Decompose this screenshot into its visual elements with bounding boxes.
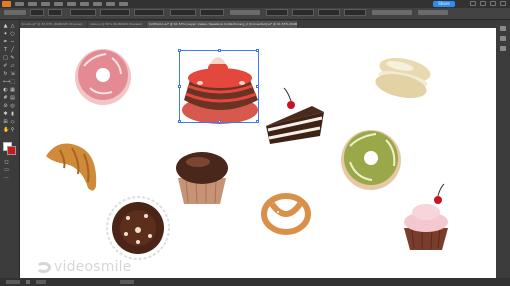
stroke-swatch[interactable] [7, 146, 16, 155]
rotate-tool-icon[interactable]: ↻ [3, 72, 8, 77]
type-tool-icon[interactable]: T [3, 48, 8, 53]
chocolate-cupcake[interactable] [176, 152, 228, 204]
shape-builder-icon[interactable]: ◐ [3, 88, 8, 93]
tab-untitled-1[interactable]: Untitled-1.ai* @ 61.53% (Layer: Cakes, S… [147, 21, 297, 28]
tab-cake[interactable]: cake.ai @ 50% (RGB/GPU Preview) [88, 21, 146, 28]
menu-item-file[interactable] [15, 2, 24, 6]
w-field[interactable] [318, 9, 340, 16]
artboard[interactable]: videosmile [20, 28, 496, 278]
green-donut[interactable] [341, 130, 401, 190]
symbol-sprayer-icon[interactable]: ✱ [3, 112, 8, 117]
shaper-tool-icon[interactable]: ✐ [3, 64, 8, 69]
transform-controls[interactable] [418, 10, 448, 15]
rotate-view-icon[interactable] [26, 280, 30, 284]
opacity-field[interactable] [200, 9, 224, 16]
menu-item-effect[interactable] [80, 2, 89, 6]
share-button[interactable]: Share [433, 1, 455, 7]
pen-tool-icon[interactable]: ✒ [3, 40, 8, 45]
x-field[interactable] [266, 9, 288, 16]
illustrator-logo-icon [2, 1, 11, 7]
direct-selection-tool-icon[interactable]: △ [10, 24, 15, 29]
menu-item-edit[interactable] [28, 2, 37, 6]
watermark-text: videosmile [54, 259, 132, 275]
cake-slice[interactable] [266, 87, 324, 144]
rectangle-tool-icon[interactable]: □ [3, 56, 8, 61]
chocolate-cake[interactable] [182, 57, 258, 124]
cherry-cupcake[interactable] [404, 183, 448, 250]
croissant[interactable] [46, 143, 97, 191]
artwork [46, 49, 448, 260]
graph-tool-icon[interactable]: ▮ [10, 112, 15, 117]
perspective-grid-icon[interactable]: ▦ [10, 88, 15, 93]
free-transform-icon[interactable]: ⬚ [10, 80, 15, 85]
blend-tool-icon[interactable]: ◎ [10, 104, 15, 109]
curvature-tool-icon[interactable]: ∼ [10, 40, 15, 45]
workspace-icon[interactable] [490, 1, 496, 6]
libraries-panel-icon[interactable] [500, 46, 506, 51]
slice-tool-icon[interactable]: ◇ [10, 120, 15, 125]
selection-tool-icon[interactable]: ▲ [3, 24, 8, 29]
h-field[interactable] [344, 9, 366, 16]
control-bar [0, 8, 510, 20]
macaron[interactable] [373, 54, 432, 102]
pretzel[interactable] [261, 193, 311, 235]
menu-item-type[interactable] [54, 2, 63, 6]
menu-bar: Share [0, 0, 510, 8]
artboard-nav-field[interactable] [36, 280, 46, 284]
minimize-icon[interactable] [470, 1, 476, 6]
draw-normal-icon[interactable]: ◻ [4, 160, 9, 165]
variable-width-dropdown[interactable] [100, 9, 130, 16]
hand-tool-icon[interactable]: ✋ [3, 128, 9, 133]
brush-dropdown[interactable] [134, 9, 164, 16]
pink-donut[interactable] [75, 49, 131, 105]
document-tabs: donuts.ai* @ 33.33% (RGB/GPU Preview) ca… [19, 20, 510, 28]
artboard-tool-icon[interactable]: ⊞ [3, 120, 8, 125]
magic-wand-icon[interactable]: ✦ [3, 32, 8, 37]
width-tool-icon[interactable]: ⟷ [3, 80, 10, 85]
status-bar [0, 278, 510, 286]
fill-control[interactable] [30, 9, 44, 16]
videosmile-logo-icon [36, 261, 51, 273]
menu-item-object[interactable] [41, 2, 50, 6]
layers-panel-icon[interactable] [500, 36, 506, 41]
align-controls[interactable] [372, 10, 412, 15]
line-tool-icon[interactable]: ╱ [10, 48, 15, 53]
screen-mode-icon[interactable]: ▭ [4, 168, 9, 173]
tools-panel: ▲ △ ✦ ○ ✒ ∼ T ╱ □ ✎ ✐ ▱ ↻ ⇲ ⟷ ⬚ ◐ ▦ # ▤ … [0, 20, 20, 278]
menu-item-view[interactable] [93, 2, 102, 6]
tool-status-field [120, 280, 134, 284]
stroke-weight-field[interactable] [70, 9, 96, 16]
selection-type-label [4, 10, 26, 15]
menu-item-window[interactable] [106, 2, 115, 6]
paintbrush-icon[interactable]: ✎ [10, 56, 15, 61]
stroke-control[interactable] [48, 9, 62, 16]
eraser-icon[interactable]: ▱ [10, 64, 15, 69]
more-tools-icon[interactable]: ⋯ [4, 176, 9, 181]
properties-panel-icon[interactable] [500, 26, 506, 31]
tab-donuts[interactable]: donuts.ai* @ 33.33% (RGB/GPU Preview) [19, 21, 87, 28]
maximize-icon[interactable] [480, 1, 486, 6]
lasso-icon[interactable]: ○ [10, 32, 15, 37]
gradient-tool-icon[interactable]: ▤ [10, 96, 15, 101]
chocolate-tart[interactable] [106, 196, 170, 260]
menu-item-help[interactable] [119, 2, 128, 6]
close-icon[interactable] [500, 1, 506, 6]
panel-dock [496, 20, 510, 278]
y-field[interactable] [292, 9, 314, 16]
zoom-level-field[interactable] [6, 280, 20, 284]
watermark: videosmile [36, 259, 132, 275]
menu-items [15, 1, 128, 6]
eyedropper-icon[interactable]: ⊘ [3, 104, 8, 109]
style-dropdown[interactable] [170, 9, 196, 16]
menu-item-select[interactable] [67, 2, 76, 6]
document-setup-label[interactable] [230, 10, 260, 15]
zoom-tool-icon[interactable]: ⚲ [10, 128, 15, 133]
scale-tool-icon[interactable]: ⇲ [10, 72, 15, 77]
mesh-tool-icon[interactable]: # [3, 96, 8, 101]
